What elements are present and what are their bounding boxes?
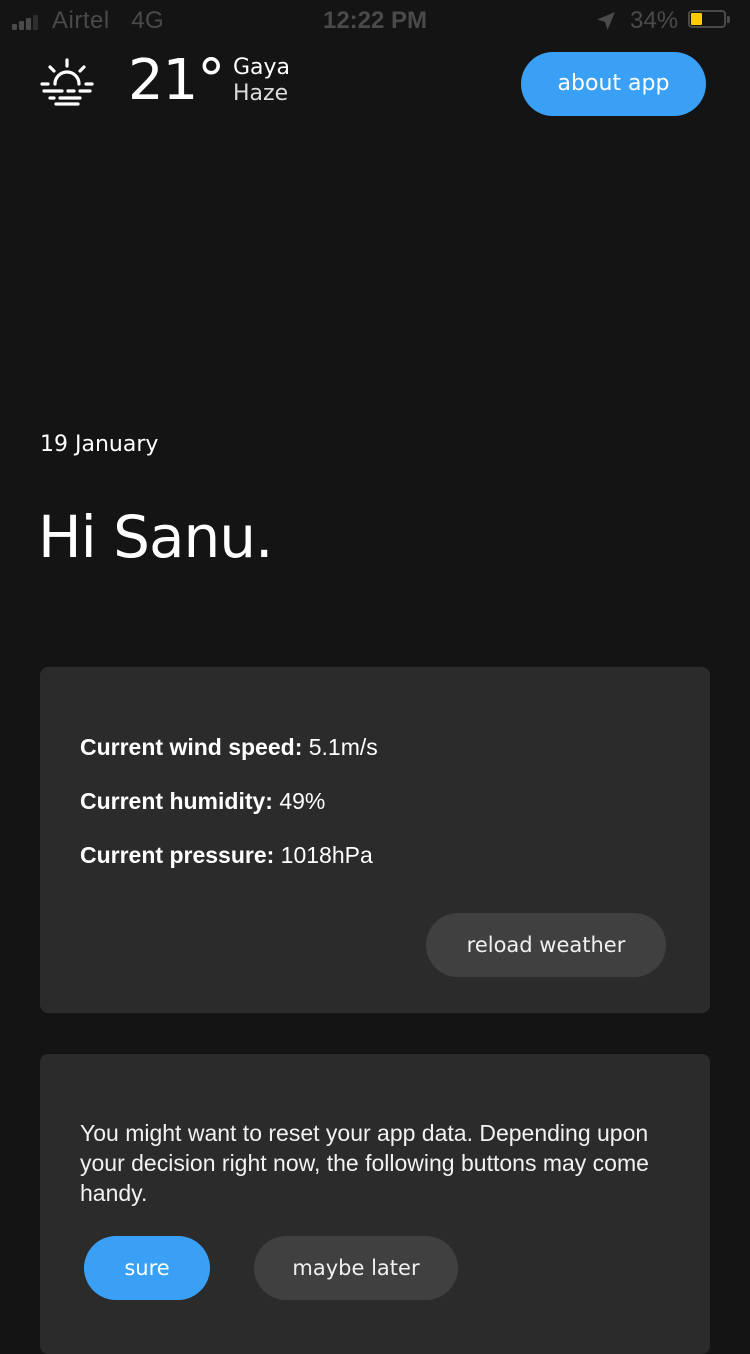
current-date: 19 January xyxy=(40,432,159,457)
battery-level xyxy=(691,13,702,25)
reset-data-card: You might want to reset your app data. D… xyxy=(40,1054,710,1354)
weather-details-card: Current wind speed: 5.1m/s Current humid… xyxy=(40,667,710,1013)
haze-sun-icon xyxy=(40,58,94,106)
wind-speed-row: Current wind speed: 5.1m/s xyxy=(80,731,378,763)
pressure-row: Current pressure: 1018hPa xyxy=(80,839,373,871)
greeting-heading: Hi Sanu. xyxy=(38,503,273,571)
weather-condition: Haze xyxy=(233,81,289,106)
location-arrow-icon xyxy=(597,12,615,30)
humidity-row: Current humidity: 49% xyxy=(80,785,325,817)
status-bar: Airtel 4G 12:22 PM 34% xyxy=(0,0,750,40)
battery-icon xyxy=(688,10,732,30)
reset-message: You might want to reset your app data. D… xyxy=(80,1120,649,1206)
pressure-label: Current pressure: xyxy=(80,842,275,868)
wind-speed-label: Current wind speed: xyxy=(80,734,303,760)
sure-button[interactable]: sure xyxy=(84,1236,210,1300)
city-name: Gaya xyxy=(233,55,291,80)
pressure-value: 1018hPa xyxy=(280,842,373,868)
wind-speed-value: 5.1m/s xyxy=(308,734,378,760)
battery-percent: 34% xyxy=(630,7,679,34)
reload-weather-button[interactable]: reload weather xyxy=(426,913,666,977)
current-temperature: 21° xyxy=(128,48,225,113)
humidity-label: Current humidity: xyxy=(80,788,273,814)
maybe-later-button[interactable]: maybe later xyxy=(254,1236,458,1300)
about-app-button[interactable]: about app xyxy=(521,52,706,116)
humidity-value: 49% xyxy=(279,788,326,814)
